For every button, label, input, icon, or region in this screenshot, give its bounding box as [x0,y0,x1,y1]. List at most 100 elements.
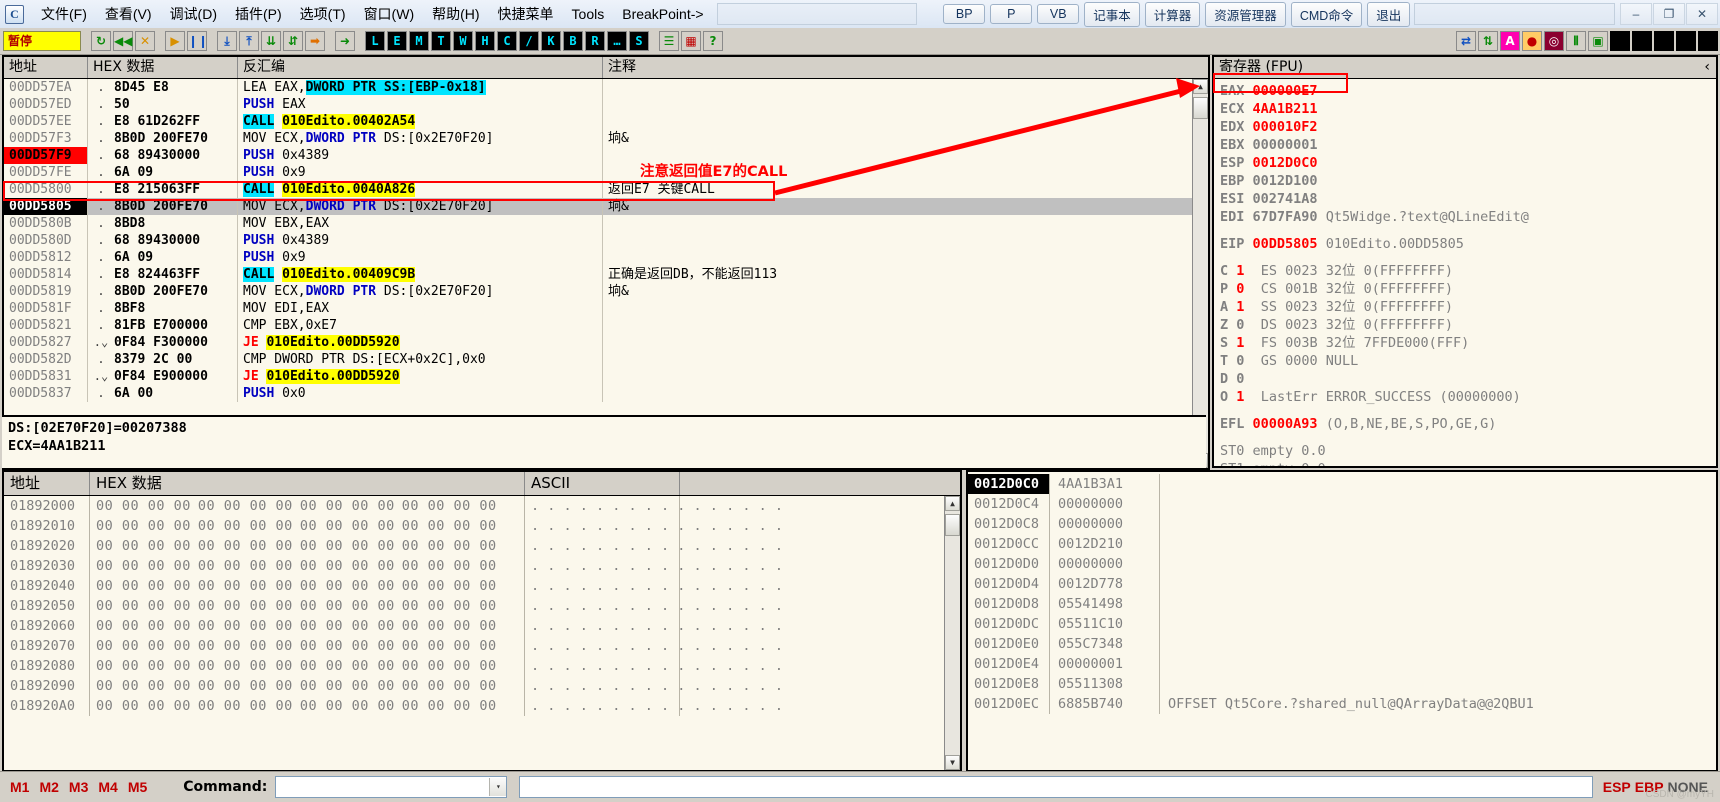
menu-item-plugins[interactable]: 插件(P) [226,1,291,27]
registers-pane[interactable]: 寄存器 (FPU) ‹ EAX 000000E7 ECX 4AA1B211 EDX … [1212,55,1718,468]
stack-row[interactable]: 0012D0D8 05541498 [968,594,1716,614]
target-icon[interactable]: ◎ [1544,31,1564,51]
stack-row[interactable]: 0012D0C8 00000000 [968,514,1716,534]
menu-item-help[interactable]: 帮助(H) [423,1,488,27]
view-patches-icon[interactable]: / [519,31,539,51]
view-windows-icon[interactable]: W [453,31,473,51]
menu-item-breakpoint[interactable]: BreakPoint-> [613,3,712,25]
dump-header-hex[interactable]: HEX 数据 [90,472,525,495]
disassembly-row[interactable]: 00DD57F3. 8B0D 200FE70 MOV ECX,DWORD PTR D… [4,130,1208,147]
disassembly-row[interactable]: 00DD57F9. 68 89430000 PUSH 0x4389 [4,147,1208,164]
dump-scroll-down-icon[interactable]: ▼ [945,755,960,770]
view-executables-icon[interactable]: E [387,31,407,51]
dump-row[interactable]: 01892070 00 00 00 00 00 00 00 00 00 00 00 0… [4,636,960,656]
menu-item-file[interactable]: 文件(F) [32,1,96,27]
stack-row[interactable]: 0012D0E8 05511308 [968,674,1716,694]
view-memory-icon[interactable]: M [409,31,429,51]
step-back-icon[interactable]: ◀◀ [113,31,133,51]
minimize-button[interactable]: – [1620,3,1652,25]
mem-map-icon[interactable]: ⦀ [1566,31,1586,51]
run-icon[interactable]: ▶ [165,31,185,51]
dump-row[interactable]: 01892040 00 00 00 00 00 00 00 00 00 00 00 0… [4,576,960,596]
trace-into-icon[interactable]: ⇊ [261,31,281,51]
menu-item-options[interactable]: 选项(T) [291,1,355,27]
menu-item-shortcut[interactable]: 快捷菜单 [489,1,563,27]
dump-row[interactable]: 01892020 00 00 00 00 00 00 00 00 00 00 00 0… [4,536,960,556]
restart-icon[interactable]: ↻ [91,31,111,51]
bp-button[interactable]: BP [943,4,986,24]
column-header-comment[interactable]: 注释 [603,57,1208,78]
exit-button[interactable]: 退出 [1367,1,1411,27]
memory-dump-pane[interactable]: 地址 HEX 数据 ASCII 01892000 00 00 00 00 00 00… [2,470,962,772]
window-list-icon[interactable]: ▣ [1588,31,1608,51]
disassembly-row[interactable]: 00DD5821. 81FB E700000 CMP EBX,0xE7 [4,317,1208,334]
menu-item-tools[interactable]: Tools [563,3,614,25]
dump-row[interactable]: 01892000 00 00 00 00 00 00 00 00 00 00 00 0… [4,496,960,516]
stack-row[interactable]: 0012D0E0 055C7348 [968,634,1716,654]
view-threads-icon[interactable]: T [431,31,451,51]
disassembly-row[interactable]: 00DD5827 .⌄ 0F84 F300000 JE 010Edito.00DD59… [4,334,1208,351]
notepad-button[interactable]: 记事本 [1084,1,1140,27]
explorer-button[interactable]: 资源管理器 [1205,1,1286,27]
disassembly-row[interactable]: 00DD5837. 6A 00 PUSH 0x0 [4,385,1208,402]
disassembly-row[interactable]: 00DD582D. 8379 2C 00 CMP DWORD PTR DS:[ECX… [4,351,1208,368]
record-icon[interactable]: ● [1522,31,1542,51]
disassembly-row[interactable]: 00DD5812. 6A 09 PUSH 0x9 [4,249,1208,266]
step-into-icon[interactable]: ⤓ [217,31,237,51]
black-icon-5[interactable] [1698,31,1718,51]
column-header-address[interactable]: 地址 [4,57,88,78]
memory-button-m2[interactable]: M2 [39,779,58,795]
close-x-icon[interactable]: ✕ [135,31,155,51]
dump-row[interactable]: 01892030 00 00 00 00 00 00 00 00 00 00 00 0… [4,556,960,576]
black-icon-4[interactable] [1676,31,1696,51]
memory-button-m3[interactable]: M3 [69,779,88,795]
calculator-button[interactable]: 计算器 [1144,1,1201,27]
dump-row[interactable]: 01892050 00 00 00 00 00 00 00 00 00 00 00 0… [4,596,960,616]
scroll-thumb[interactable] [1193,97,1208,119]
disassembly-row[interactable]: 00DD5819. 8B0D 200FE70 MOV ECX,DWORD PTR D… [4,283,1208,300]
view-callstack-icon[interactable]: K [541,31,561,51]
view-references-icon[interactable]: R [585,31,605,51]
dump-scroll-up-icon[interactable]: ▲ [945,496,960,511]
disassembly-row[interactable]: 00DD57EE. E8 61D262FF CALL 010Edito.00402A… [4,113,1208,130]
view-cpu-icon[interactable]: C [497,31,517,51]
stack-row[interactable]: 0012D0EC 6885B740 OFFSET Qt5Core.?shared_n… [968,694,1716,714]
disassembly-row[interactable]: 00DD580B. 8BD8 MOV EBX,EAX [4,215,1208,232]
disassembly-row[interactable]: 00DD5800. E8 215063FF CALL 010Edito.0040A8… [4,181,1208,198]
anti-debug-icon[interactable]: A [1500,31,1520,51]
memory-button-m5[interactable]: M5 [128,779,147,795]
dump-scroll-thumb[interactable] [945,514,960,536]
trace-over-icon[interactable]: ⇵ [283,31,303,51]
disassembly-row[interactable]: 00DD581F. 8BF8 MOV EDI,EAX [4,300,1208,317]
stack-row[interactable]: 0012D0D4 0012D778 [968,574,1716,594]
pause-icon[interactable]: ❙❙ [187,31,208,51]
disassembly-row[interactable]: 00DD57EA. 8D45 E8 LEA EAX,DWORD PTR SS:[EB… [4,79,1208,96]
dump-row[interactable]: 01892010 00 00 00 00 00 00 00 00 00 00 00 0… [4,516,960,536]
disassembly-row[interactable]: 00DD5805. 8B0D 200FE70 MOV ECX,DWORD PTR D… [4,198,1208,215]
command-input[interactable] [519,776,1593,798]
cmd-button[interactable]: CMD命令 [1290,1,1363,27]
disassembly-row[interactable]: 00DD5831 .⌄ 0F84 E900000 JE 010Edito.00DD59… [4,368,1208,385]
black-icon-2[interactable] [1632,31,1652,51]
black-icon-1[interactable] [1610,31,1630,51]
options-icon[interactable]: ☰ [659,31,679,51]
chevron-down-icon[interactable]: ▾ [489,778,507,796]
dump-header-ascii[interactable]: ASCII [525,472,680,495]
view-handles-icon[interactable]: H [475,31,495,51]
dump-row[interactable]: 018920A0 00 00 00 00 00 00 00 00 00 00 00 0… [4,696,960,716]
view-source-icon[interactable]: S [629,31,649,51]
vb-button[interactable]: VB [1037,4,1080,24]
disassembly-row[interactable]: 00DD57ED. 50 PUSH EAX [4,96,1208,113]
stack-row[interactable]: 0012D0DC 05511C10 [968,614,1716,634]
help-icon[interactable]: ? [703,31,723,51]
updown-icon[interactable]: ⇅ [1478,31,1498,51]
view-run-trace-icon[interactable]: … [607,31,627,51]
disassembly-row[interactable]: 00DD580D. 68 89430000 PUSH 0x4389 [4,232,1208,249]
p-button[interactable]: P [990,4,1033,24]
maximize-button[interactable]: ❐ [1653,3,1685,25]
menu-item-debug[interactable]: 调试(D) [161,1,226,27]
stack-row[interactable]: 0012D0E4 00000001 [968,654,1716,674]
stack-row[interactable]: 0012D0C0 4AA1B3A1 [968,474,1716,494]
grid-icon[interactable]: ▦ [681,31,701,51]
memory-button-m1[interactable]: M1 [10,779,29,795]
